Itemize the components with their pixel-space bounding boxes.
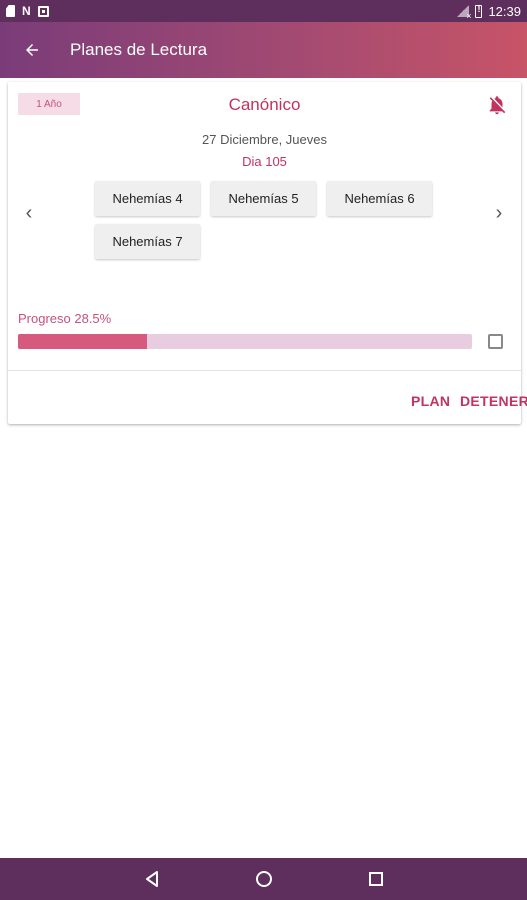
page-title: Planes de Lectura (70, 40, 208, 59)
back-button[interactable] (4, 22, 60, 78)
square-recents-icon (369, 872, 383, 886)
status-time: 12:39 (488, 3, 521, 19)
reading-date: 27 Diciembre, Jueves (202, 132, 327, 147)
plan-name: Canónico (228, 95, 301, 114)
notifications-off-icon (489, 96, 506, 115)
chapter-button[interactable]: Nehemías 4 (95, 181, 200, 216)
arrow-back-icon (26, 44, 38, 56)
reading-plan-card: 1 Año Canónico 27 Diciembre, Jueves Dia … (8, 82, 527, 424)
nav-recents-button[interactable] (346, 858, 406, 900)
reminder-toggle-button[interactable] (486, 93, 508, 117)
card-divider (8, 370, 521, 371)
status-notifications: N (6, 5, 49, 17)
stop-button[interactable]: DETENER (460, 386, 527, 416)
battery-alert-icon (475, 4, 483, 18)
app-bar: Planes de Lectura (0, 22, 527, 78)
sim-card-icon (6, 5, 15, 17)
n-notification-icon: N (22, 4, 31, 18)
progress-fill (18, 334, 148, 349)
chapter-button[interactable]: Nehemías 6 (327, 181, 432, 216)
progress-label: Progreso 28.5% (18, 311, 112, 326)
day-complete-checkbox[interactable] (488, 334, 503, 349)
plan-button[interactable]: PLAN (411, 386, 450, 416)
status-system: 12:39 (457, 3, 521, 21)
chapter-button[interactable]: Nehemías 5 (211, 181, 316, 216)
next-day-button[interactable]: › (488, 200, 510, 226)
status-bar: N 12:39 (0, 0, 527, 22)
nav-back-button[interactable] (122, 858, 182, 900)
square-notification-icon (37, 5, 49, 17)
system-nav-bar (0, 858, 527, 900)
circle-home-icon (256, 871, 272, 887)
progress-bar (18, 334, 472, 349)
reading-day: Dia 105 (242, 154, 287, 169)
nav-home-button[interactable] (234, 858, 294, 900)
previous-day-button[interactable]: ‹ (18, 200, 40, 226)
signal-off-icon (457, 5, 471, 21)
chapter-button[interactable]: Nehemías 7 (95, 224, 200, 259)
triangle-back-icon (146, 871, 158, 887)
